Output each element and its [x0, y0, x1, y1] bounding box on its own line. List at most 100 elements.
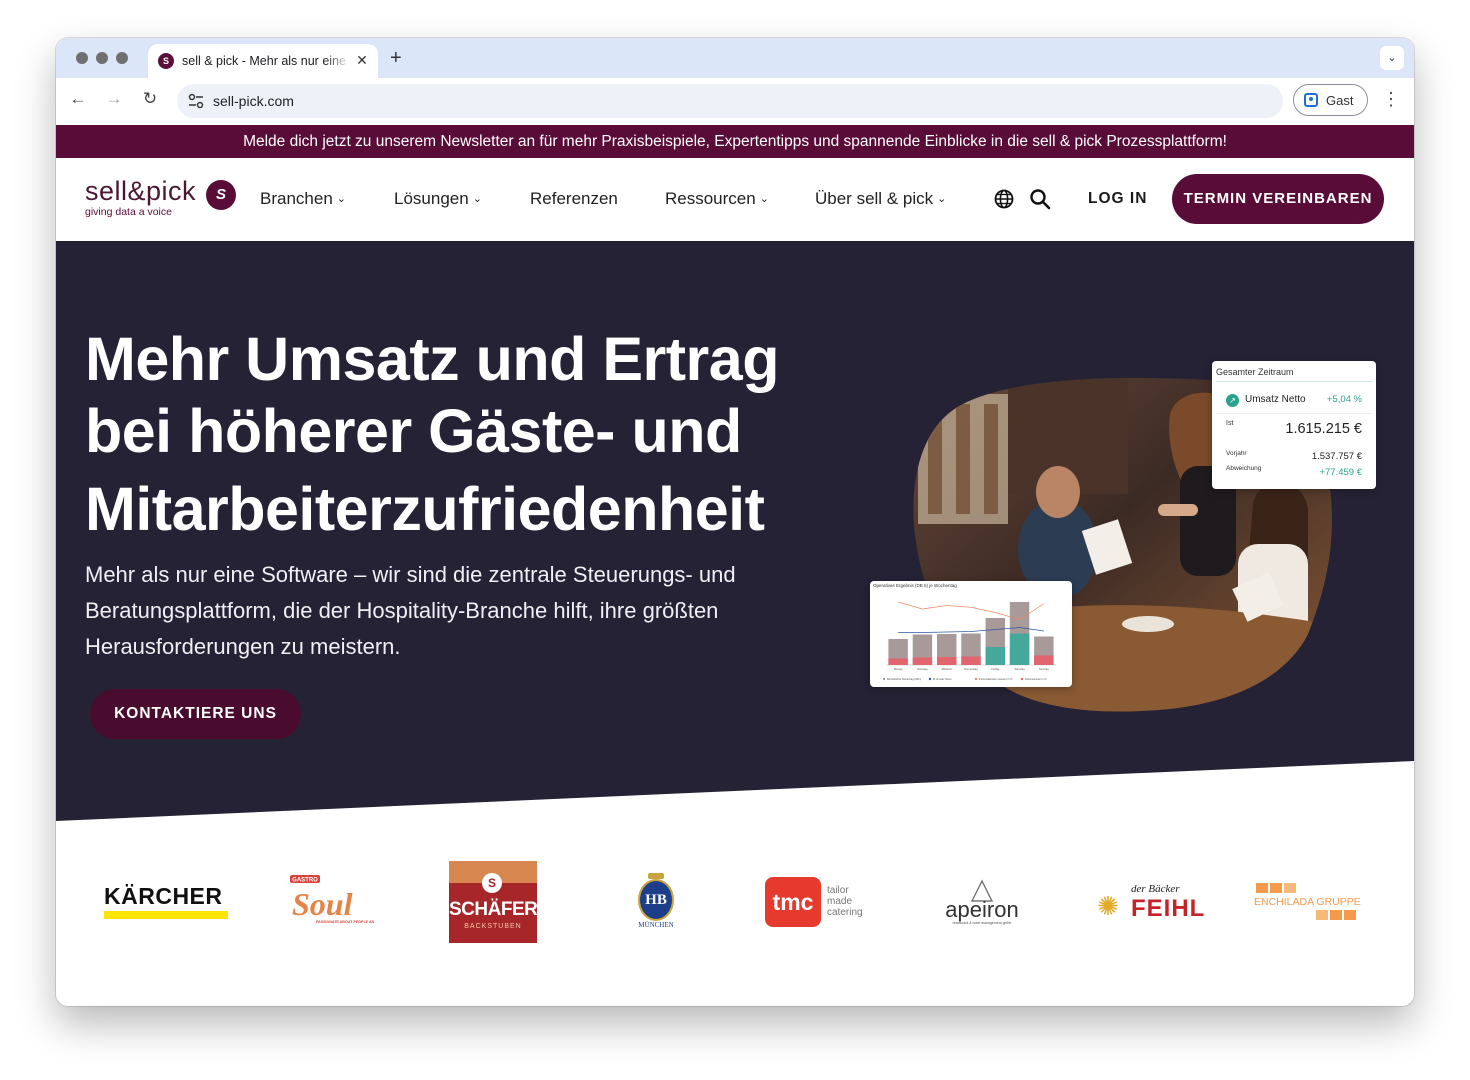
logo-wordmark: sell&pick	[85, 176, 197, 206]
kpi-ist-value: 1.615.215 €	[1285, 421, 1362, 437]
svg-text:Soul: Soul	[292, 886, 353, 922]
window-controls	[76, 52, 128, 64]
logo-hb-emblem: HB	[638, 879, 674, 921]
kpi-divider	[1216, 413, 1372, 414]
chart-bar-highlight	[985, 647, 1005, 665]
client-logos: KÄRCHER GASTRO Soul PASSIONATE ABOUT PEO…	[56, 825, 1414, 1006]
logo-schaefers-text: SCHÄFERS	[449, 899, 550, 920]
square-icon	[1284, 883, 1296, 893]
chart-tick-label: Montag	[894, 667, 903, 671]
logo-tagline: giving data a voice	[85, 206, 172, 218]
browser-tab[interactable]: S sell & pick - Mehr als nur eine Softwa…	[148, 44, 378, 78]
newsletter-banner[interactable]: Melde dich jetzt zu unserem Newsletter a…	[56, 125, 1414, 158]
square-icon	[1344, 910, 1356, 920]
chart-tick-label: Donnerstag	[964, 667, 978, 671]
browser-menu-icon[interactable]: ⋮	[1382, 90, 1400, 108]
forward-arrow-icon[interactable]: →	[102, 89, 126, 109]
url-text: sell-pick.com	[213, 93, 294, 109]
browser-window: S sell & pick - Mehr als nur eine Softwa…	[56, 38, 1414, 1006]
logo-gastro-soul[interactable]: GASTRO Soul PASSIONATE ABOUT PEOPLE AND …	[282, 873, 374, 929]
profile-label: Gast	[1326, 92, 1354, 108]
nav-item-loesungen[interactable]: Lösungen ⌄	[394, 189, 482, 209]
chart-tick-label: Samstag	[1014, 667, 1025, 671]
chart-legend-label: Personalkosten Gesamt in %	[979, 677, 1013, 681]
language-globe-icon[interactable]	[994, 189, 1014, 209]
chevron-down-icon: ⌄	[336, 193, 346, 205]
chart-legend-swatch	[1020, 677, 1024, 681]
profile-icon	[1304, 93, 1318, 107]
hero-subtitle: Mehr als nur eine Software – wir sind di…	[85, 562, 736, 659]
kpi-period: Gesamter Zeitraum	[1216, 367, 1294, 377]
minimize-window-button[interactable]	[96, 52, 108, 64]
chart-bar-highlight	[912, 657, 933, 665]
logo-enchilada-text: ENCHILADA GRUPPE	[1254, 896, 1361, 908]
chart-tick-label: Mittwoch	[942, 667, 953, 671]
square-icon	[1316, 910, 1328, 920]
logo-schaefers-emblem-icon: S	[482, 873, 502, 893]
sellpick-logo[interactable]: sell&pick S giving data a voice	[85, 176, 245, 222]
chart-legend-swatch	[882, 677, 886, 681]
new-tab-button[interactable]: +	[390, 47, 402, 69]
chart-legend-label: Ø Umsatz Netto	[933, 677, 952, 681]
chart-legend-swatch	[928, 677, 932, 681]
chart-bar-highlight	[1034, 655, 1054, 665]
weekday-chart: Montag Dienstag Mittwoch Donnerstag Freitag S…	[882, 601, 1056, 681]
chart-legend-label: Wareneinsatz in %	[1025, 677, 1047, 681]
site-navigation: sell&pick S giving data a voice Branchen…	[56, 158, 1414, 241]
logo-feihl-wheat-icon: ✺	[1097, 891, 1119, 921]
nav-label: Branchen	[260, 189, 333, 208]
chart-tick-label: Dienstag	[917, 667, 928, 671]
search-icon[interactable]	[1029, 188, 1051, 210]
kpi-divider	[1216, 381, 1372, 382]
chevron-down-icon: ⌄	[759, 193, 769, 205]
logo-tmc-mark: tmc	[765, 877, 821, 927]
chart-bar-highlight	[937, 657, 957, 665]
logo-kaercher[interactable]: KÄRCHER	[104, 883, 228, 919]
square-icon	[1256, 883, 1268, 893]
favicon-icon: S	[158, 53, 174, 69]
chart-tick-label: Sonntag	[1039, 667, 1049, 671]
logo-enchilada[interactable]: ENCHILADA GRUPPE	[1254, 883, 1362, 923]
back-arrow-icon[interactable]: ←	[66, 89, 90, 109]
nav-label: Lösungen	[394, 189, 469, 208]
chart-card: Operatives Ergebnis (DB II) je Wochentag…	[870, 581, 1072, 687]
chart-bar-highlight	[961, 656, 981, 665]
logo-kaercher-text: KÄRCHER	[104, 883, 223, 909]
nav-item-ressourcen[interactable]: Ressourcen ⌄	[665, 189, 769, 209]
tab-bar: S sell & pick - Mehr als nur eine Softwa…	[56, 38, 1414, 78]
chart-tick-label: Freitag	[991, 667, 1000, 671]
trend-up-icon: ↗	[1226, 394, 1239, 407]
tab-search-chevron-icon[interactable]: ⌄	[1380, 46, 1404, 70]
login-link[interactable]: LOG IN	[1088, 190, 1147, 208]
close-window-button[interactable]	[76, 52, 88, 64]
book-appointment-button[interactable]: TERMIN VEREINBAREN	[1172, 174, 1384, 224]
square-icon	[1330, 910, 1342, 920]
chevron-down-icon: ⌄	[472, 193, 482, 205]
logo-hofbraeuhaus[interactable]: HB MÜNCHEN	[634, 873, 678, 933]
logo-apeiron[interactable]: apeiron restaurant & hotel management gm…	[936, 879, 1028, 927]
nav-item-referenzen[interactable]: Referenzen	[530, 189, 618, 209]
kpi-card-umsatz: Gesamter Zeitraum ↗ Umsatz Netto +5,04 %…	[1212, 361, 1376, 489]
address-bar[interactable]: sell-pick.com	[177, 84, 1283, 118]
nav-label: Über sell & pick	[815, 189, 934, 208]
kpi-abweichung-label: Abweichung	[1226, 465, 1262, 472]
site-settings-icon[interactable]	[187, 92, 205, 110]
kpi-vorjahr-value: 1.537.757 €	[1311, 451, 1362, 462]
logo-schaefers[interactable]: S SCHÄFERS BACKSTUBEN	[449, 861, 550, 943]
nav-label: Referenzen	[530, 189, 618, 208]
logo-tmc-tagline: tailor made catering	[827, 885, 863, 918]
reload-icon[interactable]: ↻	[138, 89, 162, 109]
hero-title-line: Mehr Umsatz und Ertrag	[85, 325, 780, 393]
kpi-label: Umsatz Netto	[1245, 394, 1306, 405]
logo-feihl[interactable]: ✺ der Bäcker FEIHL	[1091, 883, 1204, 923]
nav-item-ueber[interactable]: Über sell & pick ⌄	[815, 189, 946, 209]
logo-tmc[interactable]: tmc tailor made catering	[765, 877, 877, 927]
zoom-window-button[interactable]	[116, 52, 128, 64]
nav-item-branchen[interactable]: Branchen ⌄	[260, 189, 346, 209]
contact-us-button[interactable]: KONTAKTIERE UNS	[90, 689, 301, 739]
tab-close-icon[interactable]: ✕	[354, 52, 370, 68]
profile-button[interactable]: Gast	[1293, 84, 1368, 116]
kpi-change: +5,04 %	[1326, 394, 1362, 405]
logo-mark-icon: S	[206, 180, 236, 210]
logo-kaercher-bar	[104, 911, 228, 919]
